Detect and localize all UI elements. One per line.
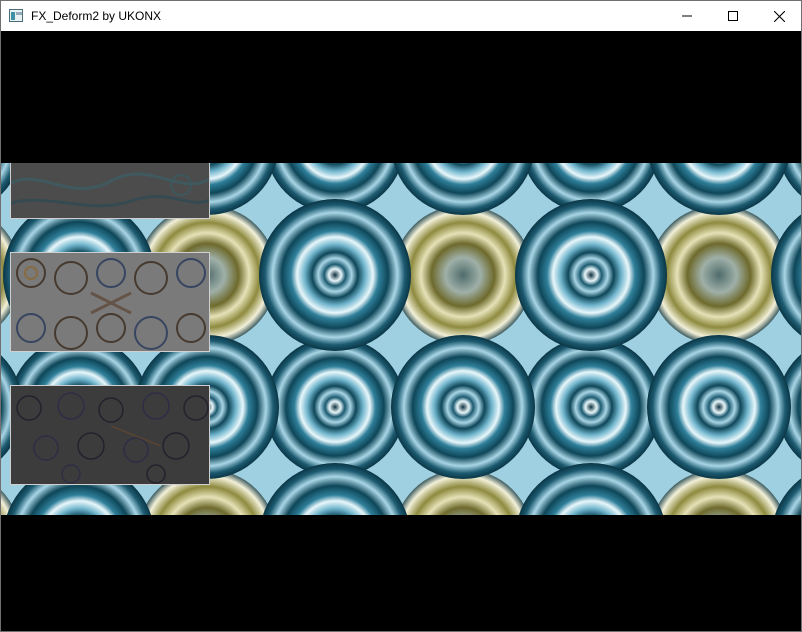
maximize-icon bbox=[728, 11, 738, 21]
preview-panel-bottom bbox=[10, 385, 210, 485]
close-button[interactable] bbox=[756, 1, 802, 31]
minimize-button[interactable] bbox=[664, 1, 710, 31]
preview-bottom-thumbnail bbox=[11, 386, 209, 484]
title-bar[interactable]: FX_Deform2 by UKONX bbox=[1, 1, 801, 31]
minimize-icon bbox=[682, 15, 692, 17]
preview-panel-middle bbox=[10, 252, 210, 352]
render-area[interactable] bbox=[1, 31, 801, 631]
preview-top-thumbnail bbox=[11, 163, 209, 218]
window-title: FX_Deform2 by UKONX bbox=[31, 9, 162, 23]
preview-panel-top bbox=[10, 163, 210, 219]
maximize-button[interactable] bbox=[710, 1, 756, 31]
preview-middle-thumbnail bbox=[11, 253, 209, 351]
app-window: FX_Deform2 by UKONX bbox=[0, 0, 802, 632]
app-window-icon bbox=[9, 9, 23, 22]
close-icon bbox=[773, 10, 785, 22]
